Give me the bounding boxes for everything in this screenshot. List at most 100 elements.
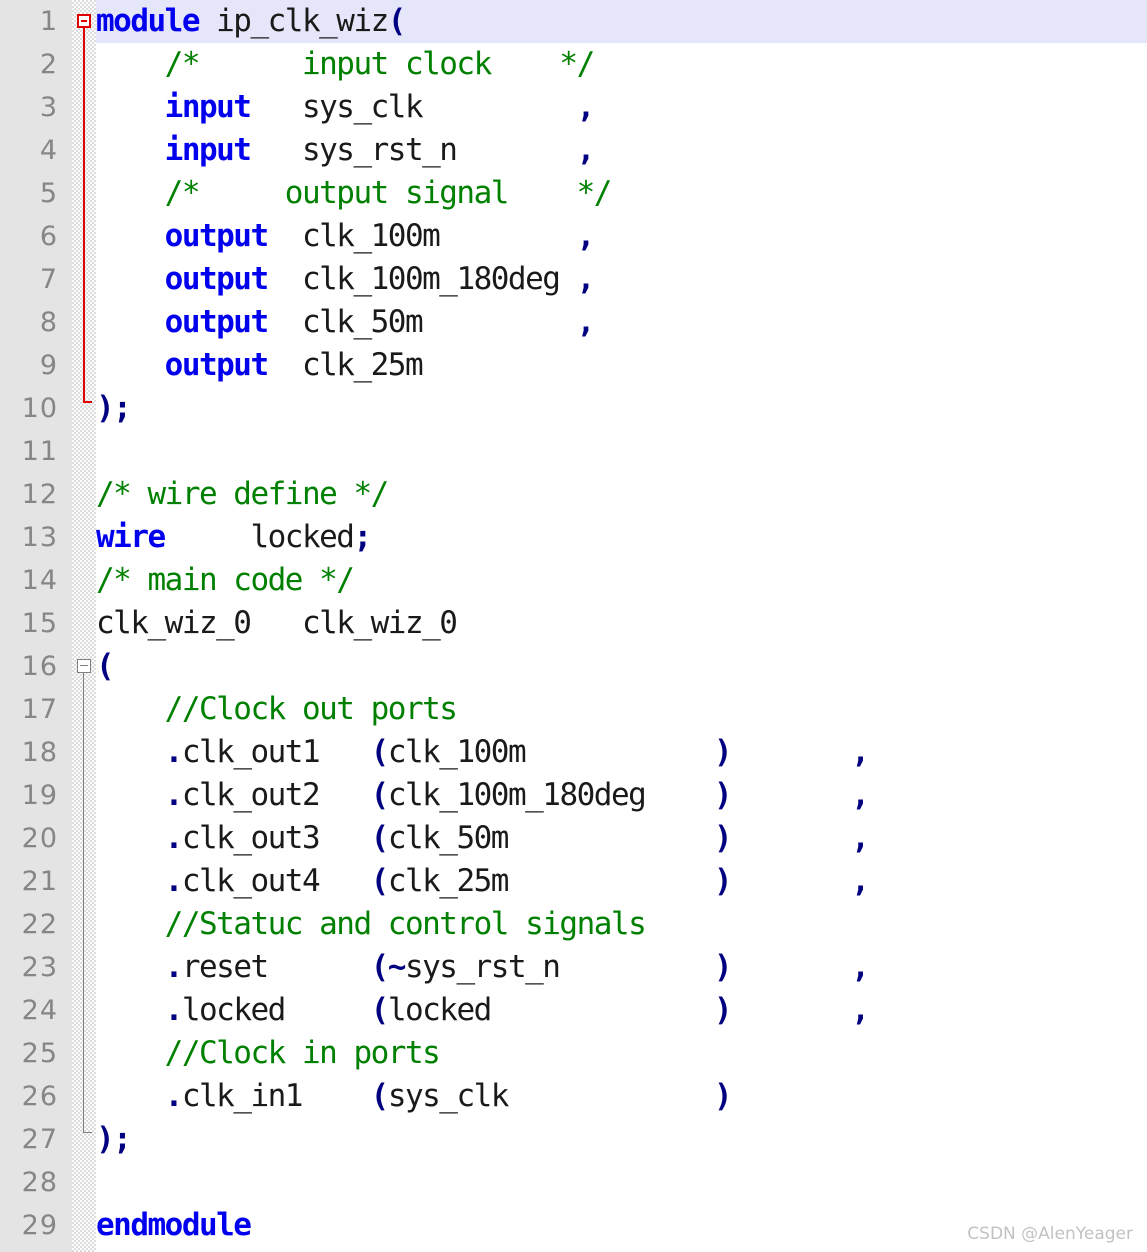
code-token-id xyxy=(96,89,165,125)
line-number: 28 xyxy=(21,1167,58,1198)
code-token-op: , xyxy=(576,261,596,297)
code-token-op: (~ xyxy=(370,949,407,985)
code-token-id xyxy=(96,1078,165,1114)
code-line[interactable]: input sys_rst_n , xyxy=(96,129,596,172)
code-line[interactable]: wire locked; xyxy=(96,516,372,559)
code-token-op: , xyxy=(576,89,596,125)
code-token-kw: output xyxy=(164,261,269,297)
code-token-id xyxy=(96,992,165,1028)
code-text-area[interactable]: module ip_clk_wiz( /* input clock */ inp… xyxy=(0,0,1147,1252)
code-token-op: ( xyxy=(370,734,390,770)
code-line[interactable]: //Statuc and control signals xyxy=(96,903,647,946)
code-token-op: . xyxy=(164,777,184,813)
code-line[interactable]: input sys_clk , xyxy=(96,86,596,129)
code-token-op: ) xyxy=(713,734,733,770)
code-token-id xyxy=(96,1035,165,1071)
code-token-id: clk_100m xyxy=(267,218,577,254)
code-token-op: ( xyxy=(370,1078,390,1114)
code-token-id xyxy=(731,863,851,899)
code-line[interactable]: output clk_50m , xyxy=(96,301,596,344)
code-token-op: . xyxy=(164,1078,184,1114)
code-line[interactable]: .clk_in1 (sys_clk ) xyxy=(96,1075,733,1118)
code-line[interactable]: .clk_out1 (clk_100m ) , xyxy=(96,731,870,774)
code-token-op: . xyxy=(164,863,184,899)
code-token-id: sys_clk xyxy=(387,1078,714,1114)
code-line[interactable]: /* wire define */ xyxy=(96,473,389,516)
code-token-id: locked xyxy=(181,992,371,1028)
code-line[interactable]: output clk_100m , xyxy=(96,215,596,258)
code-token-id: sys_rst_n xyxy=(404,949,714,985)
code-token-id xyxy=(96,949,165,985)
code-token-id xyxy=(96,691,165,727)
code-token-id xyxy=(96,304,165,340)
fold-range-line xyxy=(83,28,85,401)
code-token-id: sys_clk xyxy=(250,89,577,125)
code-token-op: . xyxy=(164,820,184,856)
code-token-op: , xyxy=(851,863,870,899)
code-token-id: clk_100m_180deg xyxy=(267,261,577,297)
code-token-id xyxy=(731,949,851,985)
line-number: 12 xyxy=(21,479,58,510)
watermark-label: CSDN @AlenYeager xyxy=(967,1224,1133,1244)
code-token-id: clk_out3 xyxy=(181,820,371,856)
code-token-op: ); xyxy=(96,390,132,426)
code-token-kw: input xyxy=(164,132,252,168)
code-line[interactable]: /* main code */ xyxy=(96,559,355,602)
line-number: 10 xyxy=(21,393,58,424)
code-token-id: locked xyxy=(387,992,714,1028)
code-line[interactable]: module ip_clk_wiz( xyxy=(0,0,1147,43)
code-line[interactable]: ( xyxy=(96,645,115,688)
code-line[interactable]: output clk_25m xyxy=(96,344,424,387)
code-token-op: ( xyxy=(370,820,390,856)
line-number: 23 xyxy=(21,952,58,983)
code-token-id: clk_100m_180deg xyxy=(387,777,714,813)
code-token-op: , xyxy=(851,992,870,1028)
code-line[interactable]: .clk_out2 (clk_100m_180deg ) , xyxy=(96,774,870,817)
line-number: 29 xyxy=(21,1210,58,1241)
line-number: 1 xyxy=(39,6,58,37)
line-number: 21 xyxy=(21,866,58,897)
fold-collapse-icon[interactable] xyxy=(77,659,91,673)
code-token-kw: module xyxy=(96,3,200,39)
code-line[interactable]: /* output signal */ xyxy=(96,172,613,215)
code-line[interactable]: output clk_100m_180deg , xyxy=(96,258,596,301)
code-editor: 1 2 3 4 5 6 7 8 9 10 11 12 13 14 15 16 17 18 19 20 21 22 23 24 2… xyxy=(0,0,1147,1252)
code-line[interactable]: .clk_out4 (clk_25m ) , xyxy=(96,860,870,903)
code-line[interactable]: ); xyxy=(96,1118,132,1161)
code-token-id: ip_clk_wiz xyxy=(198,3,389,39)
code-line[interactable] xyxy=(96,430,113,473)
code-line[interactable]: clk_wiz_0 clk_wiz_0 xyxy=(96,602,458,645)
code-line[interactable]: .clk_out3 (clk_50m ) , xyxy=(96,817,870,860)
code-token-op: , xyxy=(576,218,596,254)
code-line[interactable]: .reset (~sys_rst_n ) , xyxy=(96,946,870,989)
fold-collapse-icon[interactable] xyxy=(77,14,91,28)
code-line[interactable]: .locked (locked ) , xyxy=(96,989,870,1032)
line-number: 24 xyxy=(21,995,58,1026)
code-folding-margin[interactable] xyxy=(72,0,96,1252)
code-line[interactable]: endmodule xyxy=(96,1204,252,1247)
code-token-cmt: /* input clock */ xyxy=(164,46,596,82)
code-line[interactable]: ); xyxy=(96,387,132,430)
line-number: 13 xyxy=(21,522,58,553)
line-number: 17 xyxy=(21,694,58,725)
line-number: 8 xyxy=(39,307,58,338)
fold-range-end-icon xyxy=(83,401,92,403)
code-token-id xyxy=(731,820,851,856)
code-line[interactable]: //Clock in ports xyxy=(96,1032,441,1075)
line-number: 4 xyxy=(39,135,58,166)
code-token-id: reset xyxy=(181,949,371,985)
code-token-op: , xyxy=(851,820,870,856)
code-line[interactable]: //Clock out ports xyxy=(96,688,458,731)
line-number-gutter: 1 2 3 4 5 6 7 8 9 10 11 12 13 14 15 16 17 18 19 20 21 22 23 24 2… xyxy=(0,0,72,1252)
code-line[interactable] xyxy=(96,1161,113,1204)
code-token-op: , xyxy=(851,949,870,985)
code-token-op: . xyxy=(164,992,184,1028)
code-token-op: . xyxy=(164,734,184,770)
code-token-op: ( xyxy=(370,777,390,813)
code-token-id: sys_rst_n xyxy=(250,132,577,168)
line-number: 6 xyxy=(39,221,58,252)
line-number: 15 xyxy=(21,608,58,639)
code-line[interactable]: /* input clock */ xyxy=(96,43,596,86)
code-token-kw: output xyxy=(164,304,269,340)
line-number: 16 xyxy=(21,651,58,682)
